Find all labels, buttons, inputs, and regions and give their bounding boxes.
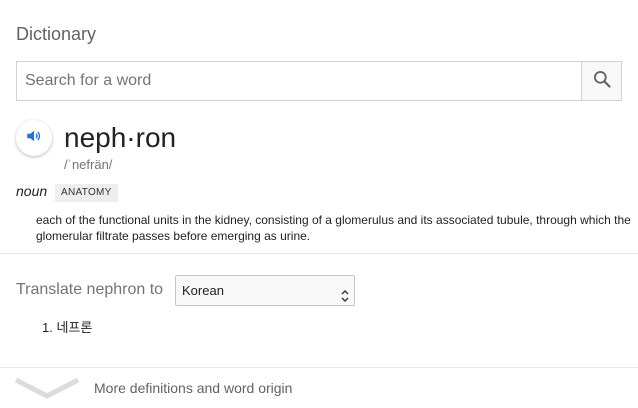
more-definitions-button[interactable]: More definitions and word origin: [0, 368, 638, 408]
section-divider: [0, 253, 638, 254]
search-input[interactable]: [17, 62, 581, 100]
dictionary-card: Dictionary neph·ron /ˈnefrän/ noun ANATO…: [0, 0, 638, 408]
phonetic-spelling: /ˈnefrän/: [64, 157, 113, 172]
list-item: 1. 네프론: [42, 320, 92, 336]
translate-label: Translate nephron to: [16, 281, 164, 298]
translation-list: 1. 네프론: [42, 320, 92, 336]
part-of-speech: noun: [16, 183, 48, 199]
speaker-icon: [25, 127, 43, 150]
translation-text: 네프론: [56, 320, 93, 335]
language-select[interactable]: Korean: [175, 275, 355, 306]
definition-text: each of the functional units in the kidn…: [36, 213, 631, 243]
dictionary-title: Dictionary: [16, 24, 97, 44]
translation-number: 1.: [42, 320, 53, 335]
pronunciation-button[interactable]: [16, 120, 52, 156]
search-button[interactable]: [581, 62, 621, 100]
language-select-value: Korean: [182, 283, 224, 298]
subject-tag: ANATOMY: [55, 184, 118, 202]
headword: neph·ron: [64, 122, 177, 153]
search-icon: [592, 69, 612, 94]
select-arrows-icon: [341, 284, 349, 302]
chevron-down-icon: [14, 376, 80, 405]
search-box: [16, 61, 622, 101]
more-definitions-label: More definitions and word origin: [94, 380, 293, 396]
